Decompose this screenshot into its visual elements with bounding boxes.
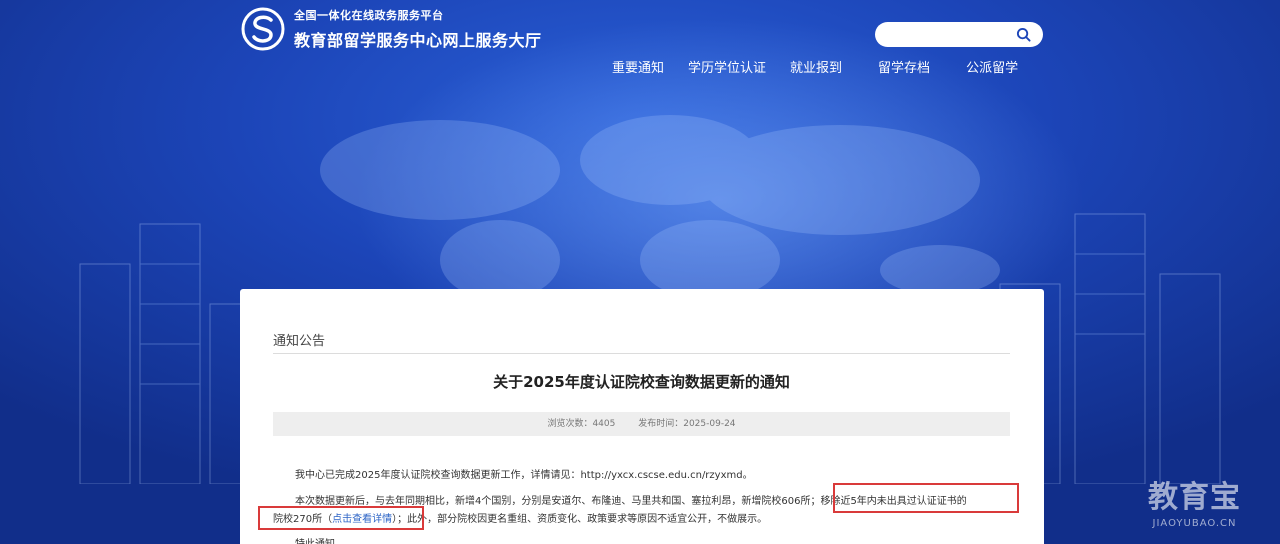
- search-icon[interactable]: [1016, 27, 1031, 42]
- nav-item-government-sponsored[interactable]: 公派留学: [966, 57, 1018, 76]
- nav-item-study-abroad-archive[interactable]: 留学存档: [878, 57, 930, 76]
- details-link[interactable]: 点击查看详情: [332, 514, 392, 525]
- article-meta: 浏览次数：4405 发布时间：2025-09-24: [273, 412, 1010, 436]
- article-title: 关于2025年度认证院校查询数据更新的通知: [493, 373, 790, 391]
- paragraph-update-continued: 院校270所（点击查看详情）；此外，部分院校因更名重组、资质变化、政策要求等原因…: [273, 510, 767, 525]
- view-count: 浏览次数：4405: [547, 419, 616, 429]
- site-logo[interactable]: 全国一体化在线政务服务平台 教育部留学服务中心网上服务大厅: [240, 6, 542, 52]
- section-label: 通知公告: [273, 334, 326, 349]
- remaining-text: ）；此外，部分院校因更名重组、资质变化、政策要求等原因不适宜公开，不做展示。: [392, 514, 768, 525]
- platform-label: 全国一体化在线政务服务平台: [294, 9, 444, 22]
- watermark: 教育宝 JIAOYUBAO.CN: [1148, 472, 1241, 529]
- search-input[interactable]: [887, 22, 1023, 47]
- world-map-graphic: [320, 115, 1000, 300]
- paragraph-closing: 特此通知: [295, 535, 335, 544]
- publish-date: 发布时间：2025-09-24: [638, 419, 736, 429]
- cscse-logo-icon: [241, 7, 285, 51]
- watermark-en: JIAOYUBAO.CN: [1152, 518, 1237, 529]
- paragraph-update-details: 本次数据更新后，与去年同期相比，新增4个国别，分别是安道尔、布隆迪、马里共和国、…: [295, 496, 967, 507]
- nav-item-employment-registration[interactable]: 就业报到: [790, 57, 842, 76]
- paragraph-intro: 我中心已完成2025年度认证院校查询数据更新工作，详情请见：http://yxc…: [295, 470, 753, 481]
- search-box: [875, 22, 1043, 47]
- site-name: 教育部留学服务中心网上服务大厅: [294, 31, 542, 50]
- nav-item-degree-certification[interactable]: 学历学位认证: [688, 57, 766, 76]
- main-nav: 重要通知 学历学位认证 就业报到 留学存档 公派留学: [612, 57, 1042, 76]
- watermark-cn: 教育宝: [1148, 480, 1241, 515]
- notice-card: 通知公告 关于2025年度认证院校查询数据更新的通知 浏览次数：4405 发布时…: [240, 289, 1044, 544]
- nav-item-important-notices[interactable]: 重要通知: [612, 57, 664, 76]
- removed-count-text: 院校270所（: [273, 514, 333, 525]
- section-divider: [273, 353, 1010, 354]
